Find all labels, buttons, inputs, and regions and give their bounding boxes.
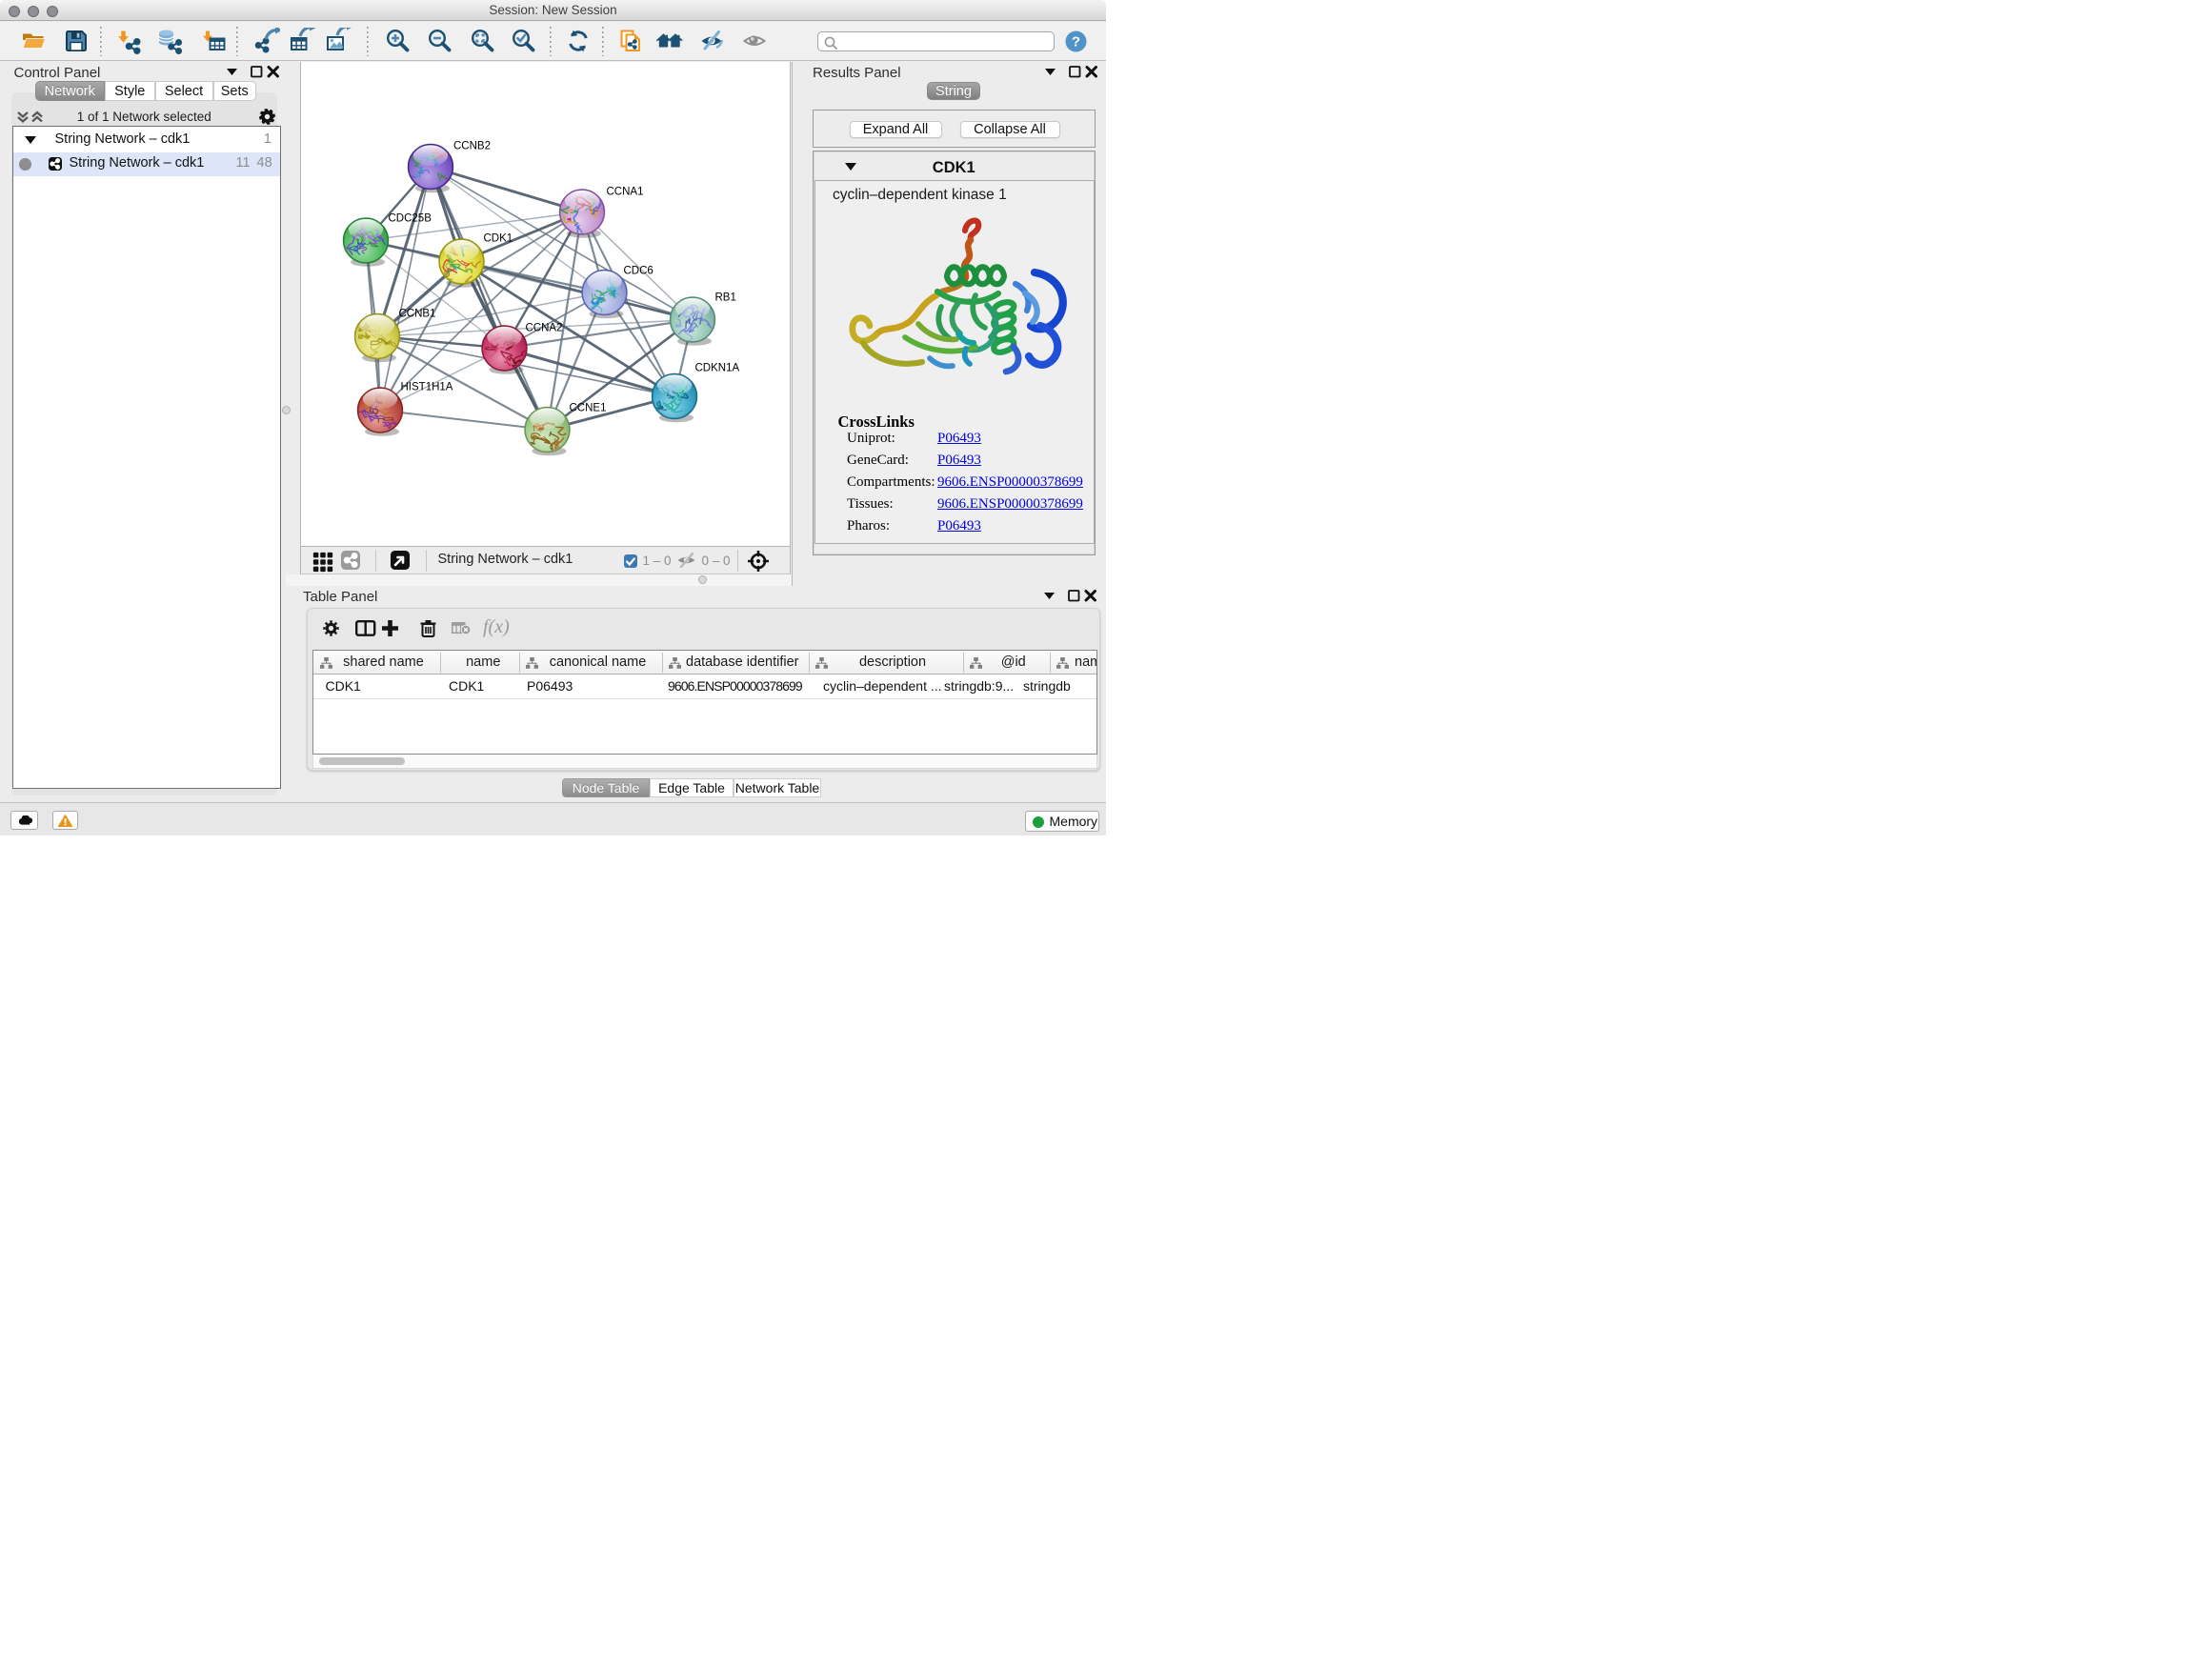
svg-text:CCNB2: CCNB2	[453, 140, 491, 151]
svg-text:CCNB1: CCNB1	[398, 308, 435, 319]
svg-text:CDC25B: CDC25B	[388, 212, 432, 224]
svg-text:CDKN1A: CDKN1A	[694, 362, 739, 373]
svg-text:RB1: RB1	[714, 292, 735, 303]
svg-text:CCNA1: CCNA1	[606, 186, 643, 197]
svg-text:CDK1: CDK1	[483, 232, 513, 244]
svg-text:CCNA2: CCNA2	[525, 322, 562, 333]
svg-text:CCNE1: CCNE1	[569, 402, 606, 413]
svg-text:CDC6: CDC6	[623, 265, 653, 276]
svg-text:?: ?	[1072, 34, 1080, 50]
svg-text:HIST1H1A: HIST1H1A	[400, 381, 452, 393]
